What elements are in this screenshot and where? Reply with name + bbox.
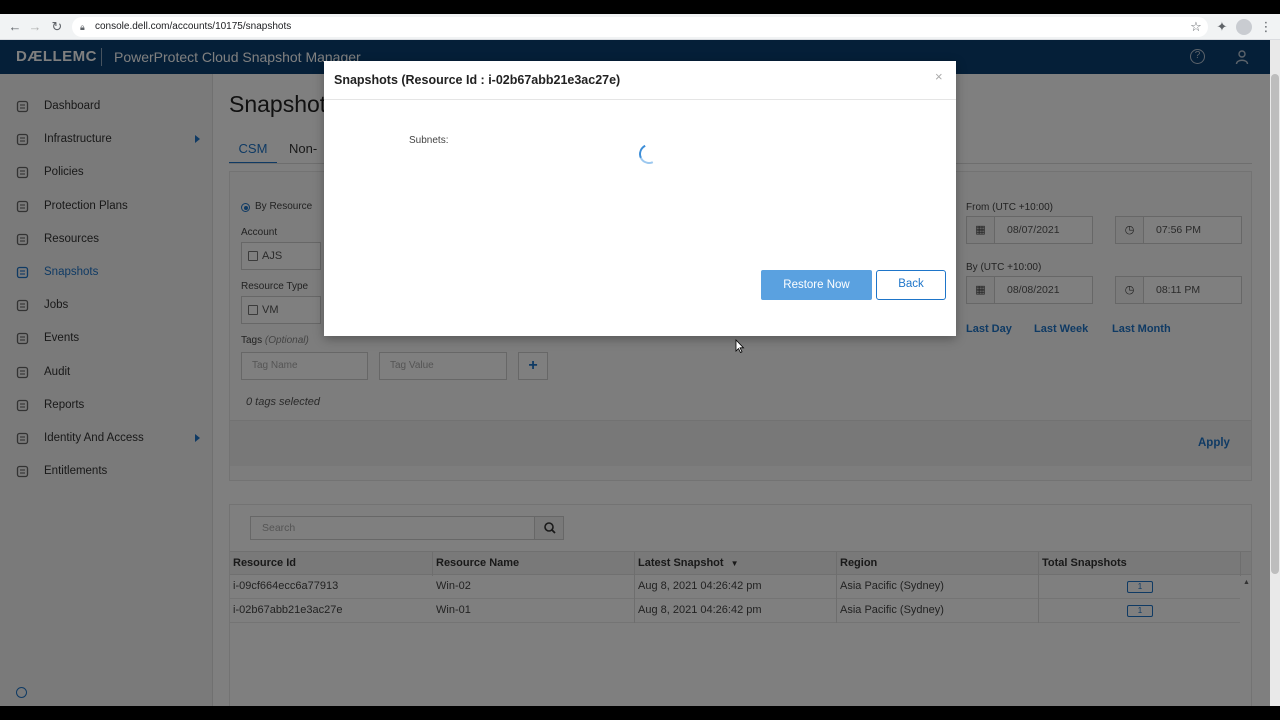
address-bar[interactable]: 🔒︎ console.dell.com/accounts/10175/snaps… bbox=[72, 17, 1208, 37]
profile-avatar[interactable] bbox=[1236, 19, 1252, 35]
back-arrow-icon[interactable]: ← bbox=[6, 18, 24, 36]
loading-spinner-icon bbox=[636, 141, 662, 167]
url-text: console.dell.com/accounts/10175/snapshot… bbox=[95, 21, 292, 32]
back-button[interactable]: Back bbox=[876, 270, 946, 300]
restore-now-button[interactable]: Restore Now bbox=[761, 270, 872, 300]
snapshots-modal: Snapshots (Resource Id : i-02b67abb21e3a… bbox=[324, 61, 956, 336]
page-scrollbar-thumb[interactable] bbox=[1271, 74, 1279, 574]
subnets-label: Subnets: bbox=[409, 135, 449, 146]
close-icon[interactable]: × bbox=[935, 70, 943, 84]
modal-title: Snapshots (Resource Id : i-02b67abb21e3a… bbox=[334, 73, 621, 87]
modal-header: Snapshots (Resource Id : i-02b67abb21e3a… bbox=[324, 61, 956, 100]
reload-icon[interactable]: ↻ bbox=[48, 18, 66, 36]
lock-icon: 🔒︎ bbox=[80, 22, 85, 32]
forward-arrow-icon[interactable]: → bbox=[26, 18, 44, 36]
bookmark-star-icon[interactable]: ☆ bbox=[1187, 18, 1205, 36]
mouse-cursor bbox=[735, 339, 745, 353]
browser-toolbar: ← → ↻ 🔒︎ console.dell.com/accounts/10175… bbox=[0, 14, 1280, 40]
extensions-icon[interactable]: ✦ bbox=[1213, 18, 1231, 36]
browser-window: ← → ↻ 🔒︎ console.dell.com/accounts/10175… bbox=[0, 14, 1280, 706]
browser-menu-icon[interactable]: ⋮ bbox=[1257, 18, 1275, 36]
